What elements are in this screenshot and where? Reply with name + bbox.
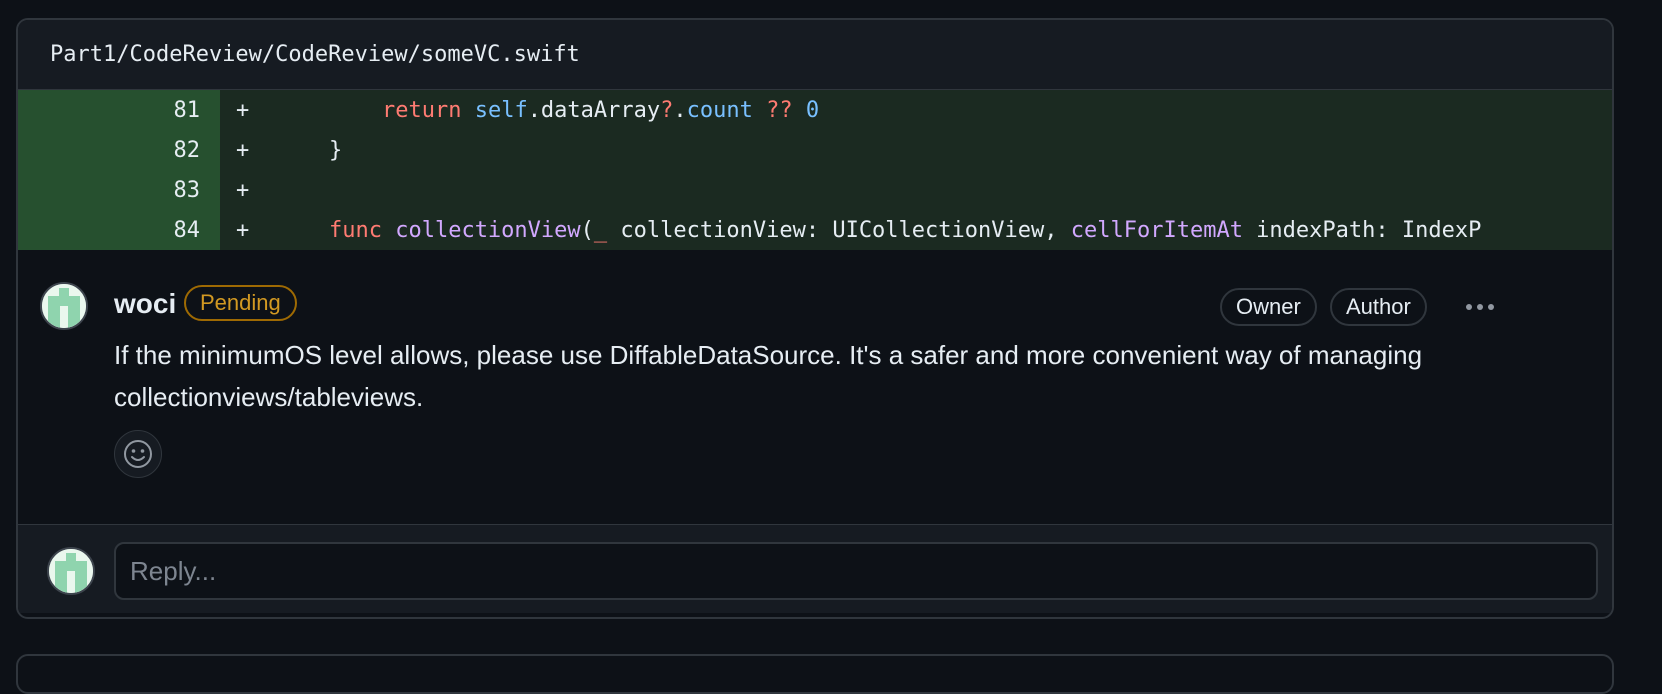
dot — [1466, 304, 1472, 310]
diff-added-marker: + — [236, 217, 250, 243]
code-token: collectionView — [395, 217, 581, 243]
author-badge: Author — [1330, 288, 1427, 326]
diff-line: 82 + } — [18, 130, 1612, 170]
dot — [1488, 304, 1494, 310]
code-line: } — [276, 137, 343, 163]
diff-line: 84 + func collectionView(_ collectionVie… — [18, 210, 1612, 250]
line-number[interactable]: 84 — [18, 210, 220, 250]
diff-added-marker: + — [236, 97, 250, 123]
code-token: count — [686, 97, 753, 123]
owner-badge: Owner — [1220, 288, 1317, 326]
next-thread-card — [16, 654, 1614, 694]
comment-body: If the minimumOS level allows, please us… — [114, 340, 1423, 412]
line-number[interactable]: 83 — [18, 170, 220, 210]
avatar[interactable] — [40, 282, 88, 330]
dot — [1477, 304, 1483, 310]
identicon-icon — [42, 284, 86, 328]
code-token: func — [328, 217, 382, 243]
code-token: ? — [660, 97, 674, 123]
review-comment: woci Pending Owner Author If the minimum… — [18, 250, 1612, 525]
code-token: self — [474, 97, 528, 123]
code-token: return — [381, 97, 462, 123]
diff-added-marker: + — [236, 177, 250, 203]
line-number[interactable]: 81 — [18, 90, 220, 130]
file-path-header[interactable]: Part1/CodeReview/CodeReview/someVC.swift — [18, 20, 1612, 90]
review-thread-card: Part1/CodeReview/CodeReview/someVC.swift… — [16, 18, 1614, 619]
comment-author[interactable]: woci — [114, 288, 176, 320]
smiley-icon — [124, 440, 152, 468]
line-number[interactable]: 82 — [18, 130, 220, 170]
diff-added-marker: + — [236, 137, 250, 163]
code-line: return self.dataArray?.count ?? 0 — [381, 97, 820, 123]
code-token: ?? — [766, 97, 793, 123]
file-path[interactable]: Part1/CodeReview/CodeReview/someVC.swift — [50, 42, 580, 67]
diff-hunk: 81 + return self.dataArray?.count ?? 0 8… — [18, 90, 1612, 250]
pending-badge: Pending — [184, 285, 297, 321]
kebab-horizontal-icon[interactable] — [1458, 288, 1502, 326]
code-line: func collectionView(_ collectionView: UI… — [328, 217, 1482, 243]
add-reaction-button[interactable] — [114, 430, 162, 478]
identicon-icon — [49, 549, 93, 593]
code-token: cellForItemAt — [1070, 217, 1243, 243]
reply-row — [18, 525, 1612, 613]
code-token: _ — [593, 217, 608, 243]
reply-input[interactable] — [114, 542, 1598, 600]
diff-line: 81 + return self.dataArray?.count ?? 0 — [18, 90, 1612, 130]
code-token: 0 — [805, 97, 820, 123]
diff-line: 83 + — [18, 170, 1612, 210]
avatar[interactable] — [47, 547, 95, 595]
